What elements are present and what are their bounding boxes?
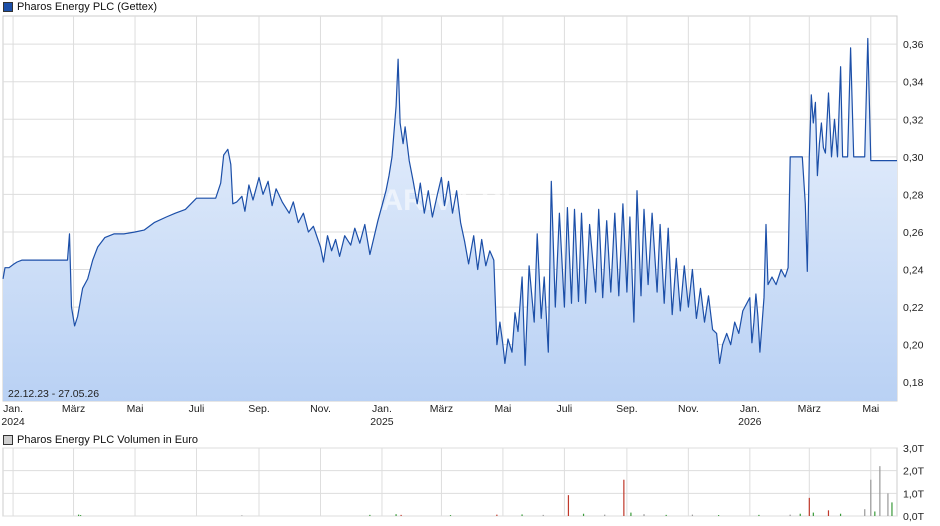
volume-bar [521,514,523,516]
volume-bar [874,511,876,516]
x-tick-label: Mai [494,403,511,415]
volume-bar [891,502,893,516]
volume-bar [827,510,830,516]
volume-bar [449,515,452,516]
volume-bar [691,514,693,516]
volume-y-tick-label: 2,0T [903,466,925,478]
volume-y-tick-label: 1,0T [903,488,925,500]
y-tick-label: 0,28 [903,189,924,201]
volume-y-tick-label: 3,0T [903,443,925,455]
x-tick-label: Mai [127,403,144,415]
volume-bar [799,513,801,516]
x-tick-label: März [430,403,453,415]
y-tick-label: 0,32 [903,114,924,126]
x-tick-label: März [62,403,85,415]
x-tick-label: Jan. [740,403,760,415]
x-tick-label: Nov. [678,403,699,415]
volume-axis: 0,0T 1,0T 2,0T 3,0T [903,443,925,523]
x-tick-label: Sep. [248,403,270,415]
volume-bar [887,493,889,516]
volume-bar [870,479,872,516]
volume-bar [879,466,881,516]
volume-bar [395,514,397,516]
x-tick-label: Jan. [372,403,392,415]
volume-bar [839,513,842,516]
volume-bar [400,514,402,516]
x-year-label: 2024 [1,416,25,428]
x-tick-label: Juli [189,403,205,415]
x-tick-label: Juli [557,403,573,415]
date-range-label: 22.12.23 - 27.05.26 [8,388,99,400]
volume-bar [582,513,585,516]
y-tick-label: 0,34 [903,77,924,89]
x-tick-label: Jan. [3,403,23,415]
volume-plot-frame [2,447,898,517]
volume-bar [758,514,760,516]
volume-bar [718,515,720,516]
volume-bar [604,514,606,516]
x-tick-label: Mai [862,403,879,415]
volume-bar [789,514,791,516]
volume-bar [864,509,866,516]
volume-bar [80,515,82,516]
volume-y-tick-label: 0,0T [903,511,925,523]
volume-bar [542,514,544,516]
volume-bar [496,514,498,516]
y-tick-label: 0,22 [903,302,924,314]
volume-bar [665,514,667,516]
y-tick-label: 0,18 [903,377,924,389]
y-tick-label: 0,36 [903,39,924,51]
y-tick-label: 0,20 [903,340,924,352]
volume-bar [241,515,243,516]
volume-bar [630,512,632,516]
volume-bars [77,466,893,516]
volume-bar [567,495,570,516]
volume-bar [812,512,814,516]
x-year-label: 2026 [738,416,762,428]
volume-bar [808,497,810,516]
x-tick-label: Nov. [310,403,331,415]
y-tick-label: 0,26 [903,227,924,239]
x-year-label: 2025 [370,416,394,428]
y-tick-label: 0,30 [903,152,924,164]
volume-bar [77,514,80,516]
y-tick-label: 0,24 [903,265,924,277]
volume-bar [369,514,371,516]
x-axis: Jan. März Mai Juli Sep. Nov. Jan. März Mai Juli Se… [1,403,879,428]
volume-bar [623,479,625,516]
x-tick-label: Sep. [616,403,638,415]
volume-bar [643,514,645,516]
volume-grid [2,447,898,517]
x-tick-label: März [798,403,821,415]
price-volume-chart: ARIVA.DE 0,180,200,220,240,260,280,300,3… [1,15,925,523]
price-axis: 0,18 0,20 0,22 0,24 0,26 0,28 0,30 0,32 0,34 0,36 [903,39,924,389]
